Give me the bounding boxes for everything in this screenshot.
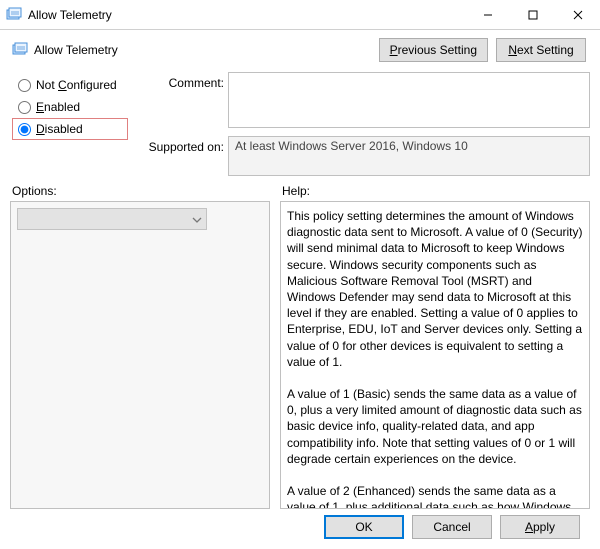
footer-buttons: OK Cancel Apply — [10, 509, 590, 549]
title-bar: Allow Telemetry — [0, 0, 600, 30]
radio-enabled[interactable]: Enabled — [12, 96, 128, 118]
chevron-down-icon — [192, 212, 202, 226]
radio-enabled-label: Enabled — [36, 100, 80, 114]
help-panel: This policy setting determines the amoun… — [280, 201, 590, 509]
state-radios: Not Configured Enabled Disabled — [10, 70, 128, 176]
radio-disabled-label: Disabled — [36, 122, 83, 136]
app-icon — [6, 7, 22, 23]
previous-setting-button[interactable]: Previous Setting — [379, 38, 488, 62]
help-text: This policy setting determines the amoun… — [287, 208, 583, 509]
help-label: Help: — [280, 184, 590, 198]
policy-icon — [12, 42, 28, 58]
apply-button[interactable]: Apply — [500, 515, 580, 539]
radio-disabled[interactable]: Disabled — [12, 118, 128, 140]
radio-enabled-input[interactable] — [18, 101, 31, 114]
radio-not-configured-input[interactable] — [18, 79, 31, 92]
policy-title: Allow Telemetry — [34, 43, 118, 57]
next-setting-button[interactable]: Next Setting — [496, 38, 586, 62]
cancel-button[interactable]: Cancel — [412, 515, 492, 539]
comment-label: Comment: — [136, 72, 224, 128]
maximize-button[interactable] — [510, 0, 555, 29]
close-button[interactable] — [555, 0, 600, 29]
radio-not-configured[interactable]: Not Configured — [12, 74, 128, 96]
minimize-button[interactable] — [465, 0, 510, 29]
options-panel — [10, 201, 270, 509]
radio-disabled-input[interactable] — [18, 123, 31, 136]
options-dropdown[interactable] — [17, 208, 207, 230]
supported-on-text: At least Windows Server 2016, Windows 10 — [228, 136, 590, 176]
radio-not-configured-label: Not Configured — [36, 78, 117, 92]
options-label: Options: — [10, 184, 270, 198]
comment-textarea[interactable] — [228, 72, 590, 128]
config-area: Not Configured Enabled Disabled Comment:… — [10, 70, 590, 176]
window-title: Allow Telemetry — [28, 8, 465, 22]
header-row: Allow Telemetry Previous Setting Next Se… — [10, 36, 590, 70]
ok-button[interactable]: OK — [324, 515, 404, 539]
supported-label: Supported on: — [136, 136, 224, 176]
